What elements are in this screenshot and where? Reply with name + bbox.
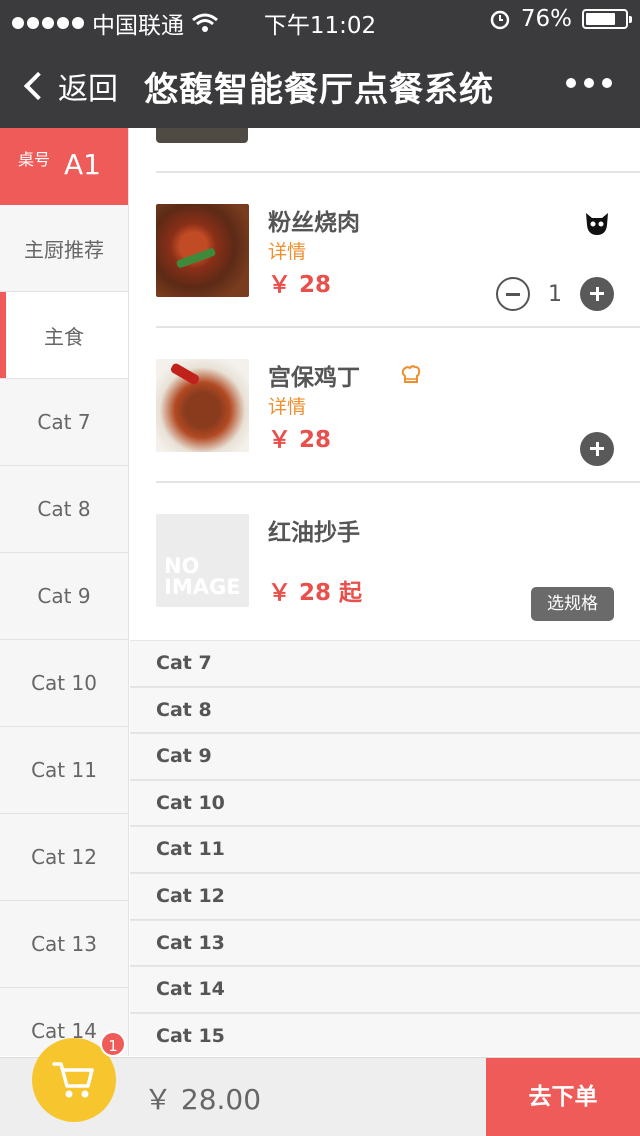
category-header[interactable]: Cat 12 — [130, 872, 640, 920]
sidebar-item-cat10[interactable]: Cat 10 — [0, 640, 128, 727]
dish-item-partial — [156, 128, 640, 173]
no-image-text: NO IMAGE — [164, 554, 241, 599]
black-cat-icon — [586, 213, 608, 235]
dish-detail-link[interactable]: 详情 — [268, 392, 306, 419]
chef-hat-icon — [401, 365, 421, 383]
dish-name: 宫保鸡丁 — [268, 365, 360, 391]
status-right: 76% — [489, 6, 632, 32]
dish-image — [156, 128, 248, 143]
battery-icon — [582, 9, 632, 29]
sidebar-item-cat9[interactable]: Cat 9 — [0, 553, 128, 640]
more-dot-icon — [584, 78, 594, 88]
dish-item: 粉丝烧肉 详情 ￥ 28 1 — [156, 173, 640, 328]
sidebar-item-staple[interactable]: 主食 — [0, 292, 128, 379]
dish-name: 粉丝烧肉 — [268, 210, 360, 236]
category-header[interactable]: Cat 8 — [130, 686, 640, 734]
back-label: 返回 — [58, 72, 118, 107]
chevron-left-icon — [23, 71, 53, 101]
sidebar-item-cat13[interactable]: Cat 13 — [0, 901, 128, 988]
alarm-icon — [490, 10, 510, 30]
cart-count-badge: 1 — [100, 1031, 126, 1057]
dish-price: ￥ 28 — [268, 427, 332, 453]
decrease-button[interactable] — [496, 277, 530, 311]
dish-list: 粉丝烧肉 详情 ￥ 28 1 宫保鸡丁 详情 ￥ 28 NO IMAGE 红油抄… — [130, 128, 640, 1056]
more-dot-icon — [566, 78, 576, 88]
category-sidebar: 桌号 A1 主厨推荐 主食 Cat 7 Cat 8 Cat 9 Cat 10 C… — [0, 128, 129, 1056]
dish-name: 红油抄手 — [268, 520, 360, 546]
add-button[interactable] — [580, 432, 614, 466]
add-button-wrap — [580, 432, 614, 466]
dish-item: 宫保鸡丁 详情 ￥ 28 — [156, 328, 640, 483]
quantity-stepper: 1 — [496, 277, 614, 311]
select-spec-button[interactable]: 选规格 — [531, 587, 614, 621]
more-options-button[interactable] — [566, 78, 612, 88]
category-header[interactable]: Cat 13 — [130, 919, 640, 967]
dish-detail-link[interactable]: 详情 — [268, 237, 306, 264]
cart-total: ￥ 28.00 — [144, 1083, 262, 1116]
more-dot-icon — [602, 78, 612, 88]
cart-icon — [52, 1062, 94, 1098]
category-header[interactable]: Cat 10 — [130, 779, 640, 827]
quantity-value: 1 — [548, 281, 562, 307]
table-number-label: 桌号 — [18, 150, 51, 169]
sidebar-item-cat8[interactable]: Cat 8 — [0, 466, 128, 553]
dish-image[interactable] — [156, 204, 249, 297]
sidebar-item-cat12[interactable]: Cat 12 — [0, 814, 128, 901]
checkout-button[interactable]: 去下单 — [486, 1058, 640, 1136]
category-headers: Cat 7 Cat 8 Cat 9 Cat 10 Cat 11 Cat 12 C… — [130, 640, 640, 1056]
cart-bar: 1 ￥ 28.00 去下单 — [0, 1031, 640, 1136]
dish-price: ￥ 28 — [268, 272, 332, 298]
table-number: 桌号 A1 — [0, 128, 128, 205]
category-header[interactable]: Cat 15 — [130, 1012, 640, 1056]
increase-button[interactable] — [580, 277, 614, 311]
sidebar-item-cat11[interactable]: Cat 11 — [0, 727, 128, 814]
sidebar-item-cat7[interactable]: Cat 7 — [0, 379, 128, 466]
category-header[interactable]: Cat 14 — [130, 966, 640, 1013]
page-title: 悠馥智能餐厅点餐系统 — [144, 70, 494, 110]
status-bar: 中国联通 下午11:02 76% — [0, 0, 640, 40]
dish-price: ￥ 28 起 — [268, 580, 363, 606]
sidebar-item-chef-recommend[interactable]: 主厨推荐 — [0, 205, 128, 292]
battery-percent: 76% — [520, 6, 572, 32]
no-image-placeholder[interactable]: NO IMAGE — [156, 514, 249, 607]
back-button[interactable]: 返回 — [20, 64, 118, 108]
table-number-value: A1 — [64, 148, 101, 181]
category-header[interactable]: Cat 7 — [130, 640, 640, 687]
category-header[interactable]: Cat 11 — [130, 826, 640, 873]
dish-image[interactable] — [156, 359, 249, 452]
category-header[interactable]: Cat 9 — [130, 733, 640, 780]
nav-bar: 返回 悠馥智能餐厅点餐系统 — [0, 40, 640, 128]
dish-item: NO IMAGE 红油抄手 ￥ 28 起 选规格 — [156, 483, 640, 638]
